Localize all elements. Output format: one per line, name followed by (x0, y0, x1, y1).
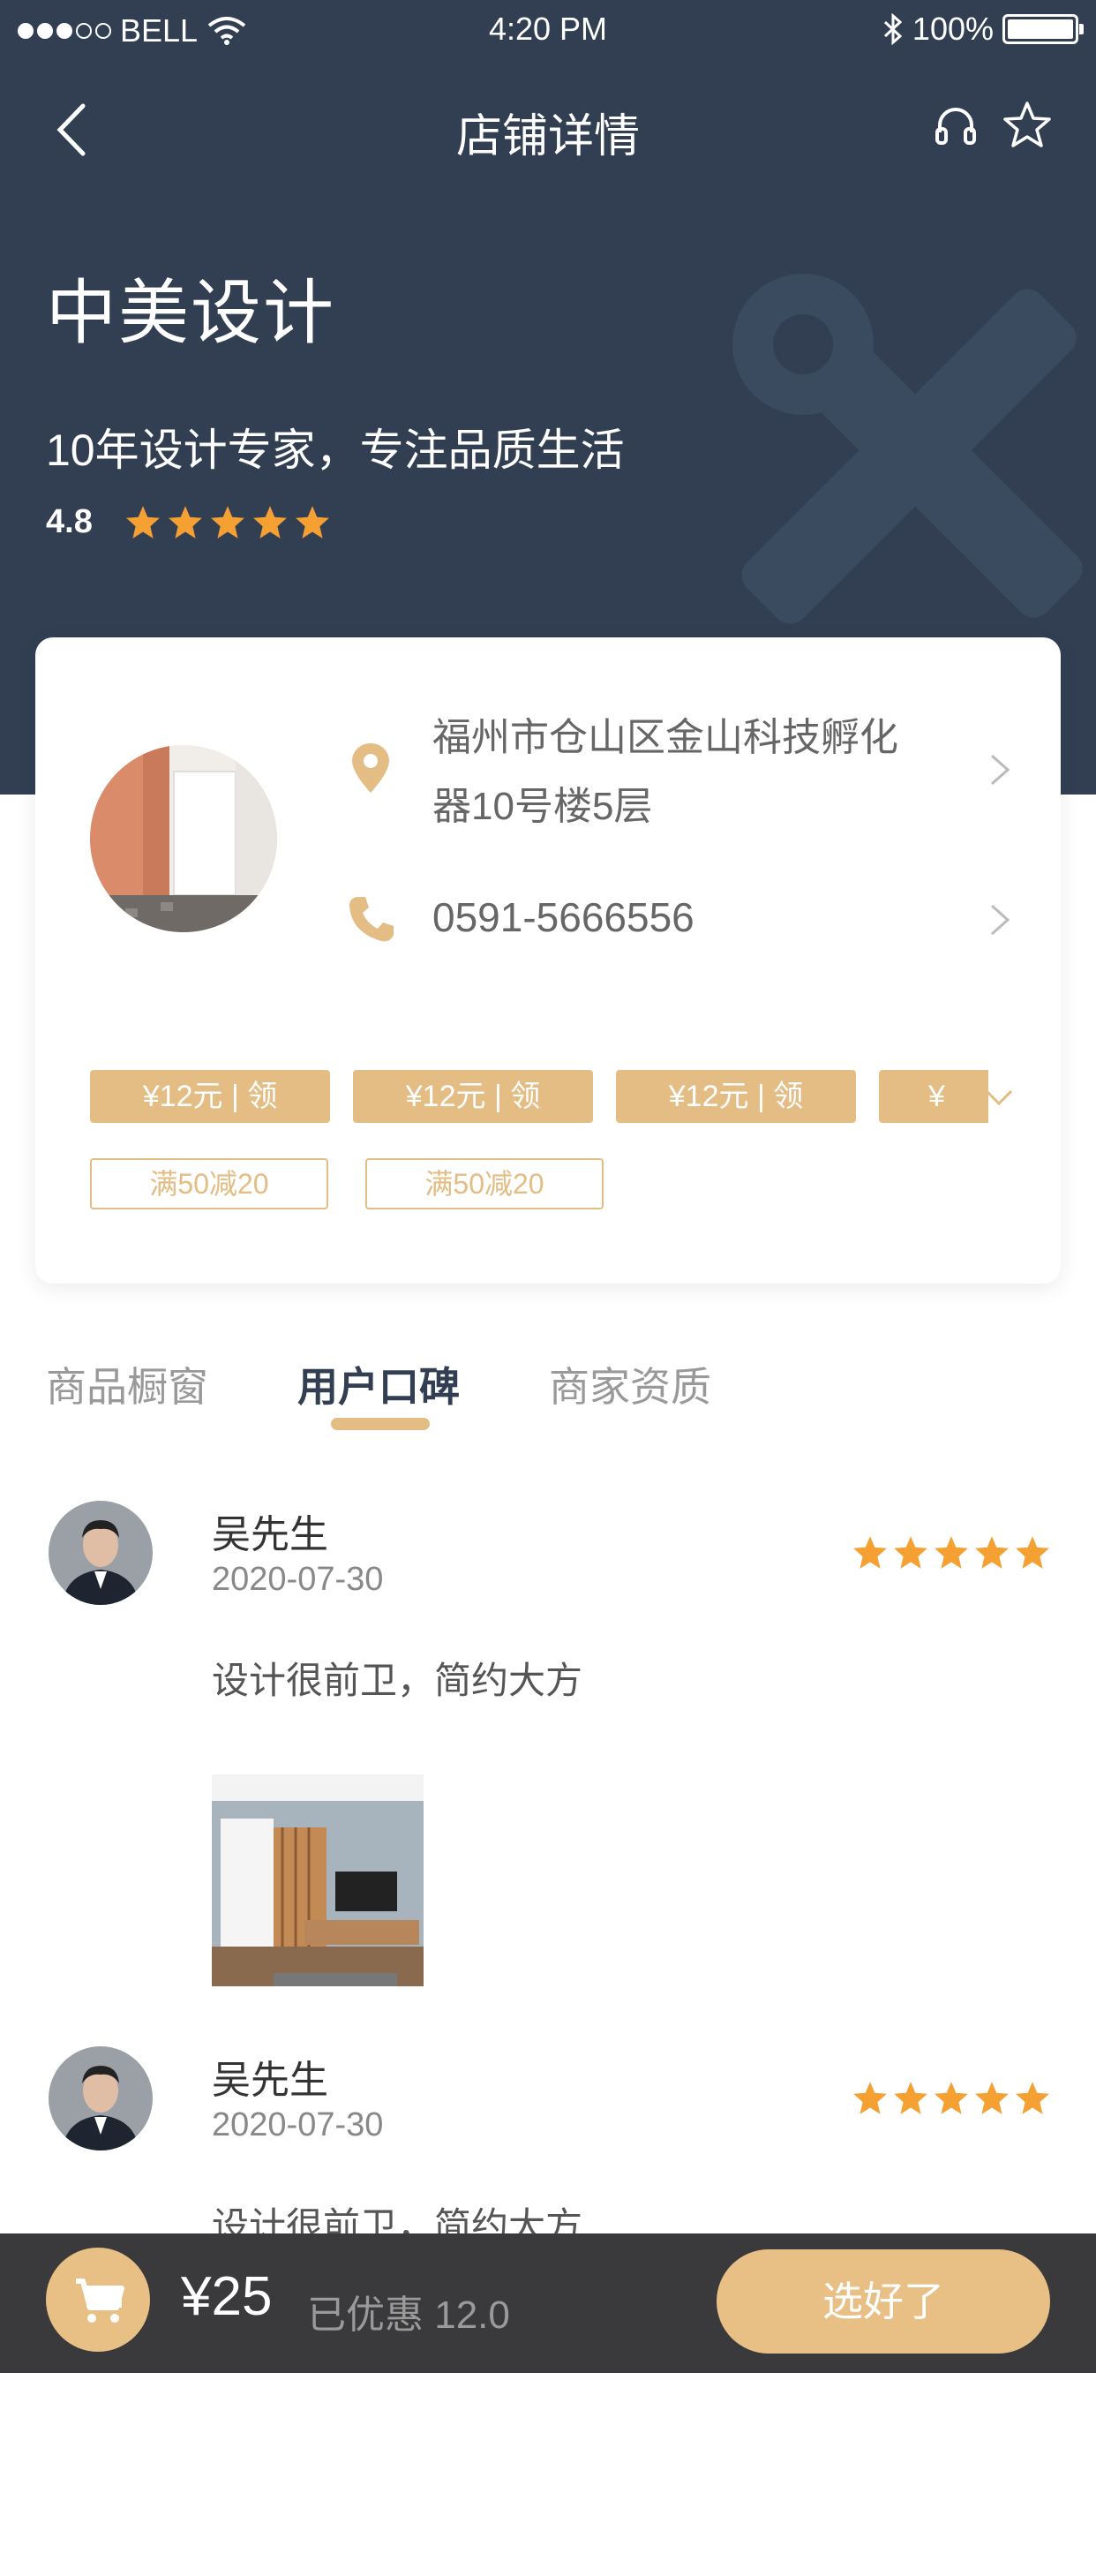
tab-reviews[interactable]: 用户口碑 (297, 1355, 460, 1413)
rating-score: 4.8 (46, 503, 93, 540)
phone-icon (349, 897, 394, 942)
star-icon (975, 1536, 1009, 1569)
review-text: 设计很前卫，简约大方 (212, 1660, 583, 1701)
bluetooth-icon (883, 13, 903, 45)
location-pin-icon (352, 743, 389, 793)
star-icon (853, 2082, 887, 2114)
review-stars (852, 1534, 1051, 1571)
star-icon (935, 2082, 968, 2114)
coupon[interactable]: ¥12元 | 领 (90, 1070, 330, 1123)
shop-slogan: 10年设计专家，专注品质生活 (46, 426, 625, 475)
chevron-right-icon[interactable] (987, 750, 1013, 789)
checkout-bar: ¥25 已优惠 12.0 选好了 (0, 2233, 1096, 2373)
shop-info-card: 福州市仓山区金山科技孵化器10号楼5层 0591-5666556 ¥12元 | … (35, 637, 1061, 1284)
shop-photo (90, 745, 277, 932)
promotion-tag: 满50减20 (90, 1158, 328, 1209)
cart-icon (76, 2278, 124, 2323)
review-date: 2020-07-30 (212, 2106, 384, 2143)
total-price: ¥25 (181, 2266, 273, 2327)
avatar (49, 1501, 153, 1605)
star-icon (210, 505, 244, 539)
chevron-right-icon[interactable] (987, 900, 1013, 939)
favorite-star-icon[interactable] (1001, 99, 1054, 152)
coupon-list: ¥12元 | 领 ¥12元 | 领 ¥12元 | 领 ¥ (90, 1070, 988, 1125)
star-icon (125, 505, 160, 539)
cart-button[interactable] (46, 2248, 150, 2352)
shop-rating: 4.8 (46, 503, 331, 541)
star-icon (894, 1536, 927, 1569)
shop-name: 中美设计 (46, 274, 335, 352)
review-photo[interactable] (212, 1774, 424, 1986)
avatar (49, 2046, 153, 2150)
coupon[interactable]: ¥12元 | 领 (353, 1070, 593, 1123)
tools-watermark-icon (732, 274, 1083, 624)
active-tab-indicator (331, 1418, 430, 1430)
star-icon (975, 2082, 1009, 2114)
review-date: 2020-07-30 (212, 1561, 384, 1598)
confirm-selection-button[interactable]: 选好了 (717, 2249, 1050, 2354)
star-icon (853, 1536, 887, 1569)
star-icon (935, 1536, 968, 1569)
chevron-down-icon[interactable] (981, 1079, 1017, 1114)
star-icon (1016, 2082, 1049, 2114)
star-icon (168, 505, 202, 539)
promotion-tag: 满50减20 (365, 1158, 604, 1209)
page-title: 店铺详情 (455, 111, 640, 162)
reviewer-name: 吴先生 (212, 1513, 328, 1556)
star-icon (894, 2082, 927, 2114)
shop-phone[interactable]: 0591-5666556 (432, 893, 694, 941)
customer-service-icon[interactable] (933, 102, 979, 148)
review-item: 吴先生 2020-07-30 设计很前卫，简约大方 (0, 1501, 1096, 2030)
coupon[interactable]: ¥ (879, 1070, 988, 1123)
battery-icon (1002, 14, 1084, 44)
reviewer-name: 吴先生 (212, 2059, 328, 2102)
star-icon (295, 505, 329, 539)
rating-stars (124, 504, 331, 541)
star-icon (1016, 1536, 1049, 1569)
shop-address[interactable]: 福州市仓山区金山科技孵化器10号楼5层 (432, 704, 927, 841)
battery-percent: 100% (912, 11, 994, 47)
discount-amount: 已优惠 12.0 (307, 2294, 510, 2337)
star-icon (252, 505, 287, 539)
review-stars (852, 2080, 1051, 2117)
tab-products[interactable]: 商品橱窗 (46, 1355, 208, 1413)
coupon[interactable]: ¥12元 | 领 (616, 1070, 856, 1123)
status-bar: BELL 4:20 PM 100% (0, 0, 1096, 62)
tab-qualification[interactable]: 商家资质 (549, 1355, 711, 1413)
